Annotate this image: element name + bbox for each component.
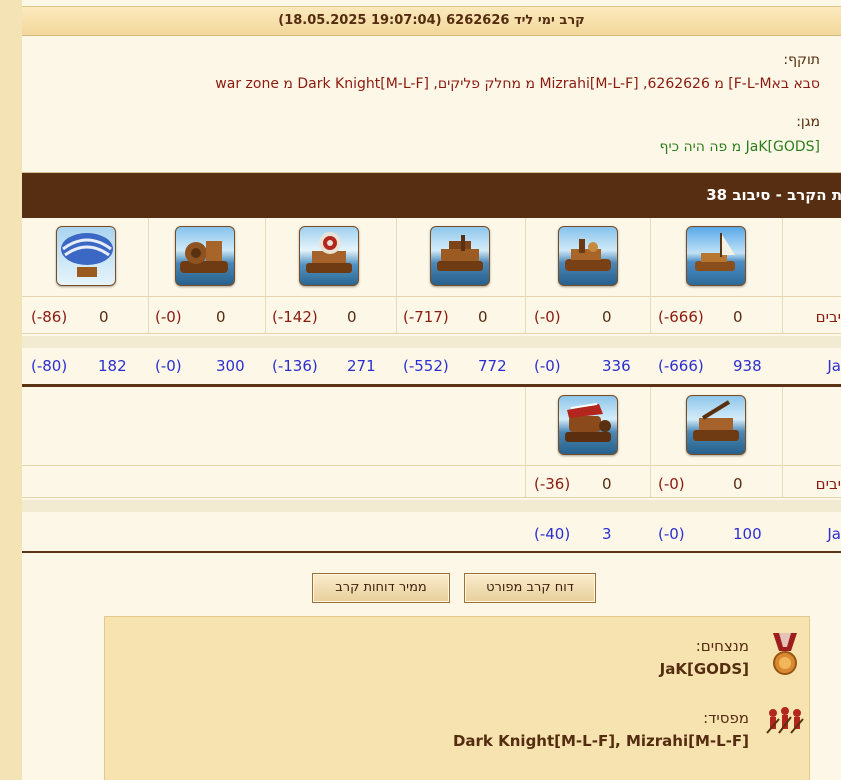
att-loss-mortar: (-142): [272, 308, 318, 326]
soldiers-icon: [765, 705, 805, 739]
def-count-steam-ram: 3: [602, 525, 612, 543]
def-count-balloon: 182: [98, 357, 127, 375]
att-loss-ram: (-666): [658, 308, 704, 326]
def-count-mortar: 271: [347, 357, 376, 375]
ship-icon-catapult: [558, 226, 618, 286]
winners-name[interactable]: JaK[GODS]: [660, 660, 749, 678]
att-loss-catapult: (-0): [534, 308, 561, 326]
medal-icon: [769, 633, 801, 681]
def-count-ram: 938: [733, 357, 762, 375]
attackers-row2-label: יבים: [815, 475, 841, 493]
defender-label: מגן:: [796, 114, 820, 130]
att-count-ram: 0: [733, 308, 743, 326]
units-table-row2: 0 (-0) 0 (-36) יבים 100 (-0) 3 (-40) Ja: [22, 387, 841, 552]
defender-row-label: Ja: [827, 357, 841, 375]
att-count-ballista: 0: [478, 308, 488, 326]
def-loss-flamethrower: (-0): [658, 525, 685, 543]
att-count-mortar: 0: [347, 308, 357, 326]
def-count-catapult: 336: [602, 357, 631, 375]
losers-names[interactable]: Dark Knight[M-L-F], Mizrahi[M-L-F]: [453, 732, 749, 750]
def-loss-paddle: (-0): [155, 357, 182, 375]
ship-icon-flamethrower: [686, 395, 746, 455]
defender-name[interactable]: JaK[GODS] מ פה היה כיף: [660, 139, 820, 155]
def-loss-catapult: (-0): [534, 357, 561, 375]
att-loss-paddle: (-0): [155, 308, 182, 326]
att-loss-ballista: (-717): [403, 308, 449, 326]
def-loss-ram: (-666): [658, 357, 704, 375]
att-count-steam-ram: 0: [602, 475, 612, 493]
def-count-paddle: 300: [216, 357, 245, 375]
winners-label: מנצחים:: [695, 637, 749, 655]
detailed-report-button[interactable]: דוח קרב מפורט: [464, 573, 596, 603]
convert-reports-button[interactable]: ממיר דוחות קרב: [312, 573, 450, 603]
losers-label: מפסיד:: [703, 709, 749, 727]
att-count-catapult: 0: [602, 308, 612, 326]
battle-result-box: מנצחים: JaK[GODS] מפסיד: Dark Knight[M-L…: [104, 616, 810, 780]
def-loss-balloon: (-80): [31, 357, 68, 375]
att-count-flamethrower: 0: [733, 475, 743, 493]
att-loss-flamethrower: (-0): [658, 475, 685, 493]
table-bottom-separator: [22, 551, 841, 553]
round-header-text: את הקרב - סיבוב 38: [706, 186, 841, 204]
def-loss-mortar: (-136): [272, 357, 318, 375]
def-count-ballista: 772: [478, 357, 507, 375]
ship-icon-ram: [686, 226, 746, 286]
round-header: את הקרב - סיבוב 38: [22, 173, 841, 218]
ship-icon-paddle: [175, 226, 235, 286]
ship-icon-steam-ram: [558, 395, 618, 455]
attacker-list[interactable]: סבא באF-L-M] מ 6262626, [M-L-F]Mizrahi מ…: [215, 76, 820, 92]
ship-icon-mortar: [299, 226, 359, 286]
att-loss-balloon: (-86): [31, 308, 68, 326]
defender-row2-label: Ja: [827, 525, 841, 543]
att-count-balloon: 0: [99, 308, 109, 326]
attackers-row-label: יבים: [815, 308, 841, 326]
att-loss-steam-ram: (-36): [534, 475, 571, 493]
def-loss-ballista: (-552): [403, 357, 449, 375]
attacker-label: תוקף:: [783, 52, 820, 68]
ship-icon-balloon: [56, 226, 116, 286]
def-loss-steam-ram: (-40): [534, 525, 571, 543]
att-count-paddle: 0: [216, 308, 226, 326]
ship-icon-ballista: [430, 226, 490, 286]
battle-report-panel: קרב ימי ליד 6262626 (19:07:04 18.05.2025…: [22, 0, 841, 780]
units-table-row1: 0 (-666) 0 (-0) 0 (-717) 0 (-142) 0 (-0)…: [22, 218, 841, 388]
def-count-flamethrower: 100: [733, 525, 762, 543]
left-border: [0, 0, 23, 780]
report-title: קרב ימי ליד 6262626 (19:07:04 18.05.2025…: [22, 6, 841, 36]
